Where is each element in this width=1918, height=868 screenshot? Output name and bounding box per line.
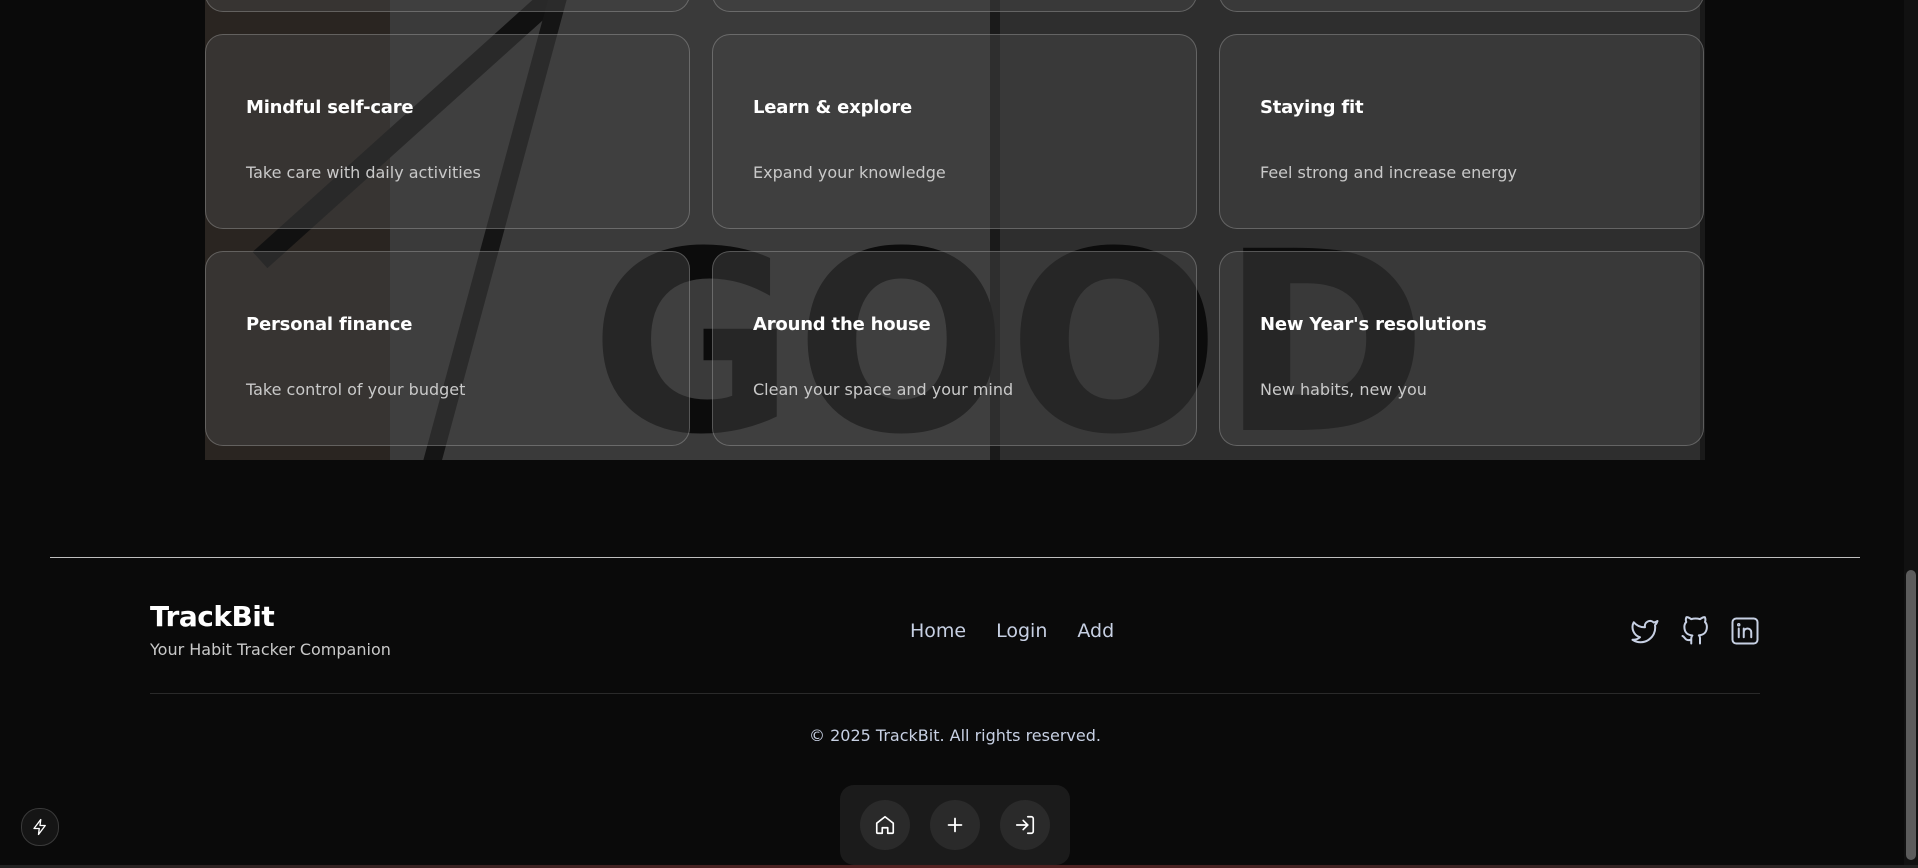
card-staying-fit[interactable]: Staying fit Feel strong and increase ene…: [1219, 34, 1704, 229]
twitter-icon[interactable]: [1630, 616, 1660, 646]
footer-divider-bottom: [150, 693, 1760, 694]
dock-add-button[interactable]: [930, 800, 980, 850]
card-title: Around the house: [753, 314, 931, 335]
card-partial[interactable]: [712, 0, 1197, 12]
card-title: Staying fit: [1260, 97, 1364, 118]
login-icon: [1015, 815, 1035, 835]
footer-divider: [50, 557, 1860, 558]
copyright-text: © 2025 TrackBit. All rights reserved.: [809, 726, 1101, 745]
floating-action-button[interactable]: [21, 808, 59, 846]
github-icon[interactable]: [1680, 616, 1710, 646]
footer-link-login[interactable]: Login: [996, 620, 1047, 642]
scrollbar[interactable]: [1904, 0, 1918, 868]
dock-login-button[interactable]: [1000, 800, 1050, 850]
card-title: New Year's resolutions: [1260, 314, 1487, 335]
card-description: Take control of your budget: [246, 380, 466, 399]
card-title: Learn & explore: [753, 97, 913, 118]
card-description: Feel strong and increase energy: [1260, 163, 1518, 182]
footer-link-home[interactable]: Home: [910, 620, 966, 642]
card-partial[interactable]: [1219, 0, 1704, 12]
card-learn-explore[interactable]: Learn & explore Expand your knowledge: [712, 34, 1197, 229]
card-around-the-house[interactable]: Around the house Clean your space and yo…: [712, 251, 1197, 446]
plus-icon: [947, 817, 963, 833]
card-description: Clean your space and your mind: [753, 380, 1014, 399]
footer-link-add[interactable]: Add: [1077, 620, 1114, 642]
card-title: Mindful self-care: [246, 97, 414, 118]
social-links: [1630, 616, 1760, 646]
footer-tagline: Your Habit Tracker Companion: [150, 640, 391, 659]
scrollbar-thumb[interactable]: [1906, 570, 1916, 860]
card-partial[interactable]: [205, 0, 690, 12]
card-personal-finance[interactable]: Personal finance Take control of your bu…: [205, 251, 690, 446]
card-description: Expand your knowledge: [753, 163, 946, 182]
bolt-icon: [33, 818, 46, 836]
card-mindful-self-care[interactable]: Mindful self-care Take care with daily a…: [205, 34, 690, 229]
card-description: New habits, new you: [1260, 380, 1427, 399]
linkedin-icon[interactable]: [1730, 616, 1760, 646]
dock-home-button[interactable]: [860, 800, 910, 850]
card-description: Take care with daily activities: [246, 163, 481, 182]
card-new-years-resolutions[interactable]: New Year's resolutions New habits, new y…: [1219, 251, 1704, 446]
footer-nav: Home Login Add: [910, 620, 1114, 642]
footer-brand: TrackBit: [150, 600, 275, 633]
home-icon: [875, 815, 895, 835]
bottom-dock: [840, 785, 1070, 865]
card-title: Personal finance: [246, 314, 413, 335]
